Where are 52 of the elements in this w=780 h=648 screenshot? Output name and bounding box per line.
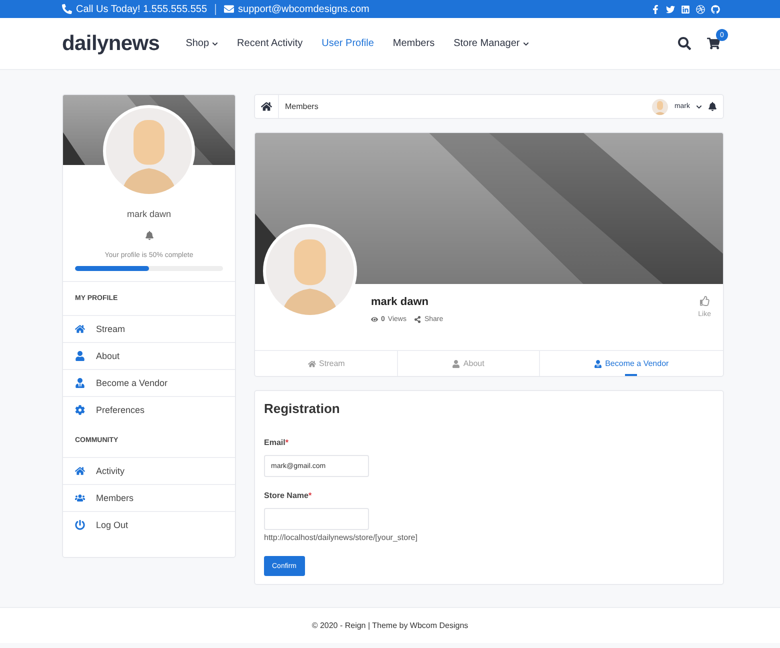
twitter-icon[interactable] bbox=[666, 4, 675, 14]
user-icon bbox=[452, 360, 460, 368]
nav-link[interactable]: Recent Activity bbox=[237, 38, 303, 49]
sidebar-item[interactable]: Preferences bbox=[63, 397, 235, 424]
users-icon bbox=[75, 493, 85, 503]
input-field[interactable] bbox=[264, 508, 369, 530]
power-icon bbox=[75, 520, 85, 530]
search-icon[interactable] bbox=[678, 37, 691, 50]
sidebar-item[interactable]: Become a Vendor bbox=[63, 370, 235, 397]
breadcrumb-link[interactable]: Members bbox=[285, 102, 318, 111]
thumbs-up-icon bbox=[700, 296, 710, 306]
user-name: mark dawn bbox=[126, 209, 171, 219]
home-icon bbox=[75, 466, 85, 476]
cart-icon[interactable] bbox=[707, 37, 720, 50]
user-icon bbox=[75, 351, 85, 361]
profile-name: mark dawn bbox=[371, 296, 430, 308]
gear-icon bbox=[75, 405, 85, 415]
sidebar-item[interactable]: About bbox=[63, 343, 235, 370]
home-icon bbox=[308, 360, 316, 368]
profile-tab[interactable]: Become a Vendor bbox=[538, 351, 723, 376]
bell-icon[interactable] bbox=[708, 102, 717, 111]
chevron-icon bbox=[522, 40, 529, 46]
chevron-icon bbox=[212, 40, 218, 46]
store-url-hint: http://localhost/dailynews/store/[your_store] bbox=[264, 533, 418, 542]
nav-link[interactable]: Store Manager bbox=[454, 38, 529, 49]
dribbble-icon[interactable] bbox=[696, 4, 705, 14]
sidebar-item[interactable]: Log Out bbox=[63, 512, 235, 539]
footer-text: © 2020 - Reign | Theme by Wbcom Designs bbox=[312, 621, 468, 630]
linkedin-icon[interactable] bbox=[681, 4, 690, 14]
form-title: Registration bbox=[264, 401, 340, 416]
phone-text: Call Us Today! 1.555.555.555 bbox=[76, 4, 208, 14]
github-icon[interactable] bbox=[711, 4, 720, 14]
logo[interactable]: dailynews bbox=[62, 32, 160, 56]
phone-icon bbox=[62, 4, 72, 14]
sidebar-item[interactable]: Stream bbox=[63, 316, 235, 343]
field-label: Store Name* bbox=[264, 491, 312, 500]
home-icon bbox=[75, 324, 85, 334]
nav-link[interactable]: User Profile bbox=[322, 38, 374, 49]
user-tie-icon bbox=[594, 360, 602, 368]
nav-link[interactable]: Members bbox=[392, 38, 435, 49]
share-icon bbox=[414, 316, 422, 323]
sidebar-item[interactable]: Members bbox=[63, 485, 235, 512]
eye-icon bbox=[371, 316, 378, 323]
facebook-icon[interactable] bbox=[651, 4, 660, 14]
nav-link[interactable]: Shop bbox=[186, 38, 218, 49]
email-text: support@wbcomdesigns.com bbox=[238, 4, 370, 14]
sidebar-item[interactable]: Activity bbox=[63, 458, 235, 485]
home-icon[interactable] bbox=[261, 101, 272, 112]
envelope-icon bbox=[224, 4, 234, 14]
user-tie-icon bbox=[75, 378, 85, 388]
field-label: Email* bbox=[264, 438, 288, 447]
chevron-icon[interactable] bbox=[696, 104, 702, 110]
